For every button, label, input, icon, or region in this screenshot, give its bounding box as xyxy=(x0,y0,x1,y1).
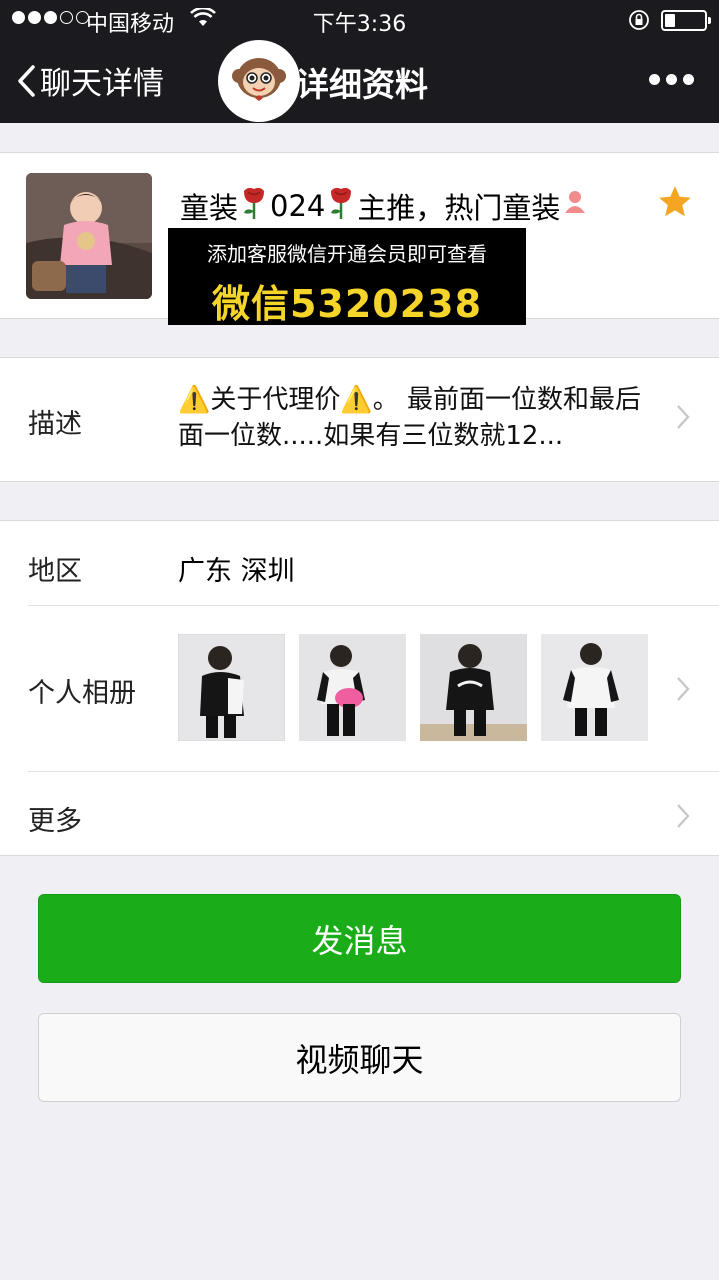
status-bar: 中国移动 下午3:36 xyxy=(0,0,719,40)
chevron-left-icon xyxy=(18,64,35,97)
promo-overlay: 添加客服微信开通会员即可查看 微信5320238 xyxy=(168,228,526,326)
nickname-part-2: 024 xyxy=(270,188,326,223)
promo-line-1: 添加客服微信开通会员即可查看 xyxy=(207,242,487,266)
divider xyxy=(28,771,719,772)
page-title: 详细资料 xyxy=(296,65,428,104)
promo-line-2: 微信5320238 xyxy=(211,282,483,326)
chevron-right-icon xyxy=(676,803,690,833)
album-photo[interactable] xyxy=(541,634,648,741)
status-time: 下午3:36 xyxy=(312,12,407,37)
album-photos xyxy=(178,634,648,741)
description-row[interactable]: 描述 ⚠️关于代理价⚠️。 最前面一位数和最后面一位数.....如果有三位数就1… xyxy=(0,357,719,482)
info-card: 地区 广东 深圳 个人相册 更多 xyxy=(0,520,719,856)
album-photo[interactable] xyxy=(299,634,406,741)
star-icon[interactable] xyxy=(656,183,694,225)
album-photo[interactable] xyxy=(420,634,527,741)
nickname-part-1: 童装 xyxy=(180,190,239,225)
divider xyxy=(28,605,719,606)
video-chat-button[interactable]: 视频聊天 xyxy=(38,1013,681,1102)
battery-icon xyxy=(661,10,711,31)
female-gender-icon xyxy=(560,187,590,224)
region-value: 广东 深圳 xyxy=(178,556,295,587)
more-options-icon[interactable] xyxy=(649,74,694,85)
description-label: 描述 xyxy=(28,409,82,440)
profile-avatar[interactable] xyxy=(26,173,152,299)
album-label: 个人相册 xyxy=(28,678,136,709)
nickname-part-3: 主推，热门童装 xyxy=(357,190,561,225)
chevron-right-icon xyxy=(676,404,690,434)
rose-icon xyxy=(325,183,357,228)
rose-icon xyxy=(238,183,270,228)
back-button[interactable]: 聊天详情 xyxy=(16,58,164,103)
send-message-button[interactable]: 发消息 xyxy=(38,894,681,983)
top-bar: 中国移动 下午3:36 聊天详情 详细资料 xyxy=(0,0,719,123)
chevron-right-icon xyxy=(676,676,690,706)
description-text: ⚠️关于代理价⚠️。 最前面一位数和最后面一位数.....如果有三位数就12..… xyxy=(178,385,642,451)
album-photo[interactable] xyxy=(178,634,285,741)
nickname: 童装 024 主推，热门童装 xyxy=(180,183,590,228)
region-label: 地区 xyxy=(28,556,82,587)
more-label: 更多 xyxy=(28,806,82,837)
monkey-logo-icon xyxy=(218,40,300,122)
orientation-lock-icon xyxy=(628,9,650,37)
back-label: 聊天详情 xyxy=(40,66,164,102)
